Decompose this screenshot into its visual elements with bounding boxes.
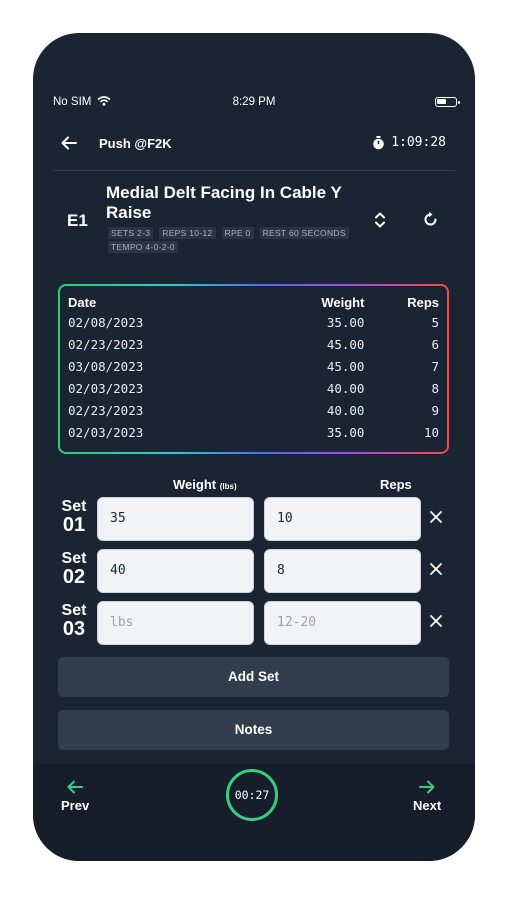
table-row: 02/23/2023 40.00 9	[68, 399, 439, 421]
arrow-right-icon	[413, 778, 441, 798]
remove-set-button[interactable]	[430, 612, 442, 632]
remove-set-button[interactable]	[430, 508, 442, 528]
close-icon	[430, 615, 442, 627]
set-label: Set 02	[61, 550, 87, 588]
table-row: 03/08/2023 45.00 7	[68, 355, 439, 377]
swap-exercise-button[interactable]	[422, 211, 439, 233]
reps-input[interactable]: 12-20	[264, 601, 421, 645]
back-button[interactable]	[61, 132, 77, 155]
weight-column-header: Weight (lbs)	[173, 477, 237, 492]
weight-input[interactable]: lbs	[97, 601, 254, 645]
weight-input[interactable]: 40	[97, 549, 254, 593]
row-date: 02/23/2023	[68, 402, 144, 418]
header-weight: Weight	[321, 294, 365, 310]
row-weight: 35.00	[326, 424, 365, 440]
reorder-button[interactable]	[374, 211, 386, 234]
row-date: 02/03/2023	[68, 380, 144, 396]
stopwatch-icon	[373, 135, 385, 149]
reps-column-header: Reps	[380, 477, 412, 492]
row-reps: 6	[431, 336, 439, 352]
workout-title: Push @F2K	[99, 136, 172, 151]
row-reps: 10	[423, 424, 439, 440]
table-row: 02/03/2023 40.00 8	[68, 377, 439, 399]
chevron-up-down-icon	[375, 212, 385, 228]
row-date: 02/03/2023	[68, 424, 144, 440]
set-row-1: Set 01 35 10	[33, 497, 475, 541]
row-date: 03/08/2023	[68, 358, 144, 374]
elapsed-timer: 1:09:28	[372, 135, 446, 150]
weight-unit: (lbs)	[219, 482, 237, 491]
exercise-code: E1	[67, 211, 88, 230]
status-bar: No SIM 8:29 PM	[33, 93, 475, 113]
table-row: 02/08/2023 35.00 5	[68, 311, 439, 333]
battery-icon	[435, 97, 460, 107]
row-weight: 45.00	[326, 358, 365, 374]
bottom-nav: Prev 00:27 Next	[33, 764, 475, 861]
table-row: 02/03/2023 35.00 10	[68, 421, 439, 443]
history-table-card: Date Weight Reps 02/08/2023 35.00 5 02/2…	[58, 284, 449, 454]
row-reps: 9	[431, 402, 439, 418]
set-row-2: Set 02 40 8	[33, 549, 475, 593]
rest-timer[interactable]: 00:27	[226, 769, 278, 821]
prev-label: Prev	[61, 798, 90, 813]
row-reps: 5	[431, 314, 439, 330]
arrow-left-icon	[61, 778, 89, 798]
close-icon	[430, 511, 442, 523]
exercise-tags: SETS 2-3 REPS 10-12 RPE 0 REST 60 SECOND…	[108, 227, 368, 253]
tag-tempo: TEMPO 4-0-2-0	[108, 241, 178, 253]
tag-sets: SETS 2-3	[108, 227, 154, 239]
header-divider	[53, 170, 455, 171]
battery-fill	[437, 99, 446, 104]
tag-reps: REPS 10-12	[159, 227, 216, 239]
refresh-icon	[424, 211, 437, 226]
row-reps: 8	[431, 380, 439, 396]
history-table: Date Weight Reps 02/08/2023 35.00 5 02/2…	[68, 293, 439, 443]
row-date: 02/08/2023	[68, 314, 144, 330]
row-weight: 40.00	[326, 380, 365, 396]
elapsed-time: 1:09:28	[391, 135, 446, 150]
header-date: Date	[68, 294, 97, 310]
add-set-button[interactable]: Add Set	[58, 657, 449, 697]
history-header-row: Date Weight Reps	[68, 293, 439, 311]
reps-input[interactable]: 8	[264, 549, 421, 593]
row-date: 02/23/2023	[68, 336, 144, 352]
exercise-header: E1 Medial Delt Facing In Cable Y Raise S…	[33, 183, 475, 263]
reps-input[interactable]: 10	[264, 497, 421, 541]
tag-rpe: RPE 0	[221, 227, 254, 239]
table-row: 02/23/2023 45.00 6	[68, 333, 439, 355]
phone-screen: No SIM 8:29 PM Push @F2K 1:09:28 E1 Medi…	[33, 33, 475, 861]
row-reps: 7	[431, 358, 439, 374]
prev-button[interactable]: Prev	[61, 778, 89, 813]
workout-header: Push @F2K 1:09:28	[33, 133, 475, 155]
weight-input[interactable]: 35	[97, 497, 254, 541]
header-reps: Reps	[407, 294, 439, 310]
set-label: Set 03	[61, 602, 87, 640]
next-button[interactable]: Next	[413, 778, 441, 813]
next-label: Next	[413, 798, 442, 813]
row-weight: 35.00	[326, 314, 365, 330]
set-row-3: Set 03 lbs 12-20	[33, 601, 475, 645]
tag-rest: REST 60 SECONDS	[259, 227, 349, 239]
row-weight: 45.00	[326, 336, 365, 352]
status-time: 8:29 PM	[232, 96, 276, 108]
exercise-name: Medial Delt Facing In Cable Y Raise	[106, 183, 342, 222]
set-label: Set 01	[61, 498, 87, 536]
remove-set-button[interactable]	[430, 560, 442, 580]
row-weight: 40.00	[326, 402, 365, 418]
arrow-left-icon	[61, 136, 77, 150]
close-icon	[430, 563, 442, 575]
notes-button[interactable]: Notes	[58, 710, 449, 750]
